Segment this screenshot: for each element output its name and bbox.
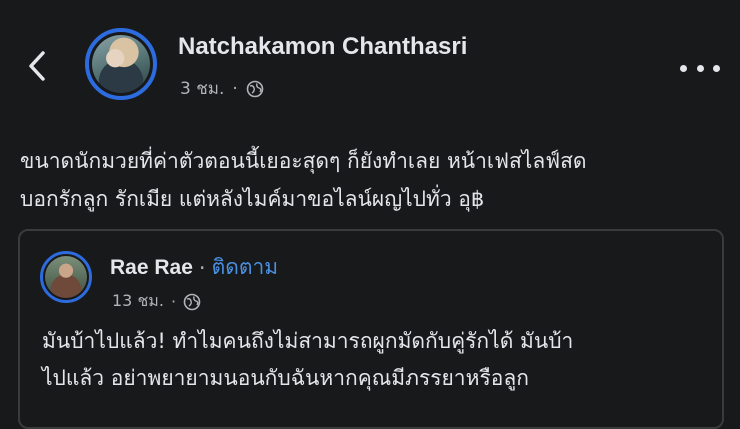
meta-separator: · <box>232 78 238 99</box>
back-button[interactable] <box>22 46 52 86</box>
post-text-line: ขนาดนักมวยที่ค่าตัวตอนนี้เยอะสุดๆ ก็ยังท… <box>20 149 587 173</box>
shared-post-card[interactable]: Rae Rae · ติดตาม 13 ชม. · มันบ้าไปแล้ว! … <box>18 229 724 429</box>
shared-post-meta: 13 ชม. · <box>112 289 201 314</box>
author-name[interactable]: Natchakamon Chanthasri <box>178 33 467 61</box>
chevron-left-icon <box>29 51 45 81</box>
shared-author-avatar[interactable] <box>40 251 92 303</box>
more-dot-icon <box>696 64 704 72</box>
shared-post-time[interactable]: 13 ชม. <box>112 289 164 314</box>
post-meta: 3 ชม. · <box>180 75 264 102</box>
shared-author-row: Rae Rae · ติดตาม <box>110 251 278 284</box>
more-dot-icon <box>713 64 720 72</box>
post-text-line: บอกรักลูก รักเมีย แต่หลังไมค์มาขอไลน์ผญไ… <box>20 187 485 211</box>
shared-author-name[interactable]: Rae Rae <box>110 256 193 280</box>
more-dot-icon <box>680 64 687 72</box>
globe-icon <box>246 80 264 97</box>
post-time[interactable]: 3 ชม. <box>180 75 224 102</box>
post-text: ขนาดนักมวยที่ค่าตัวตอนนี้เยอะสุดๆ ก็ยังท… <box>20 142 730 218</box>
post-header: Natchakamon Chanthasri 3 ชม. · <box>0 0 740 120</box>
shared-post-text: มันบ้าไปแล้ว! ทำไมคนถึงไม่สามารถผูกมัดกั… <box>42 323 722 397</box>
follow-button[interactable]: ติดตาม <box>212 251 279 284</box>
meta-separator: · <box>170 292 177 311</box>
name-separator: · <box>198 255 206 280</box>
shared-author-avatar-image <box>45 256 87 298</box>
globe-icon <box>183 293 201 310</box>
shared-text-line: ไปแล้ว อย่าพยายามนอนกับฉันหากคุณมีภรรยาห… <box>42 366 529 390</box>
author-avatar-image <box>92 35 150 93</box>
more-options-button[interactable] <box>680 58 720 78</box>
shared-text-line: มันบ้าไปแล้ว! ทำไมคนถึงไม่สามารถผูกมัดกั… <box>42 329 574 353</box>
author-avatar[interactable] <box>85 28 157 100</box>
